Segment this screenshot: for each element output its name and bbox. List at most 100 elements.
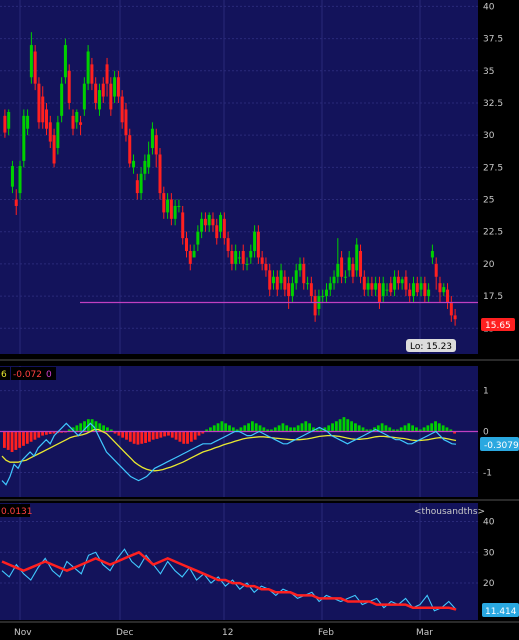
candle-body	[173, 205, 177, 219]
candle-body	[109, 83, 113, 110]
macd-histogram-bar	[338, 419, 342, 432]
macd-histogram-bar	[209, 427, 212, 432]
candle-body	[340, 257, 344, 277]
macd-histogram-bar	[159, 431, 163, 438]
macd-histogram-bar	[399, 427, 403, 432]
last-price-label: 15.65	[485, 321, 511, 331]
x-tick-label: Feb	[318, 628, 334, 638]
price-y-tick: 35	[483, 67, 494, 77]
macd-histogram-bar	[422, 427, 426, 432]
macd-histogram-bar	[407, 423, 411, 432]
macd-histogram-bar	[441, 425, 445, 432]
macd-histogram-bar	[10, 431, 14, 452]
candle-body	[222, 218, 226, 239]
macd-histogram-bar	[254, 423, 258, 432]
macd-histogram-bar	[102, 425, 106, 432]
macd-y-tick: 0	[483, 428, 489, 438]
candle-body	[237, 257, 241, 259]
macd-histogram-bar	[140, 431, 144, 444]
macd-histogram-bar	[258, 425, 262, 432]
macd-histogram-bar	[304, 421, 308, 432]
macd-histogram-bar	[285, 425, 289, 432]
macd-histogram-bar	[41, 431, 44, 436]
lower-y-tick: 30	[483, 548, 495, 558]
macd-histogram-bar	[197, 431, 201, 436]
macd-histogram-bar	[445, 427, 449, 432]
macd-histogram-bar	[182, 431, 186, 444]
macd-histogram-bar	[186, 431, 189, 444]
candle-body	[355, 244, 359, 271]
candle-body	[200, 218, 204, 232]
macd-histogram-bar	[361, 427, 365, 432]
macd-histogram-bar	[334, 421, 338, 432]
candle-body	[400, 279, 404, 284]
candle-body	[45, 109, 49, 129]
macd-histogram-bar	[357, 425, 361, 432]
macd-histogram-bar	[353, 423, 357, 432]
lower-last-label: 11.414	[485, 607, 517, 617]
candle-body	[86, 51, 90, 84]
macd-histogram-bar	[216, 423, 220, 432]
macd-histogram-bar	[189, 431, 193, 442]
candle-body	[298, 263, 302, 271]
candle-body	[48, 122, 52, 142]
macd-histogram-bar	[273, 427, 277, 432]
macd-histogram-bar	[346, 419, 350, 432]
candle-body	[249, 251, 253, 258]
candle-body	[230, 251, 234, 264]
candle-body	[52, 135, 56, 164]
candle-body	[283, 276, 287, 290]
macd-histogram-bar	[151, 431, 155, 440]
candle-body	[241, 251, 245, 264]
macd-histogram-bar	[75, 425, 79, 432]
macd-histogram-bar	[289, 427, 292, 432]
lower-units-label: <thousandths>	[414, 507, 485, 517]
candle-body	[351, 263, 355, 277]
macd-histogram-bar	[147, 431, 151, 442]
candle-body	[234, 251, 238, 264]
candle-body	[438, 283, 442, 293]
macd-histogram-bar	[33, 431, 37, 440]
candle-body	[124, 109, 128, 136]
candle-body	[287, 283, 291, 297]
candle-body	[184, 238, 188, 252]
candle-body	[181, 212, 185, 239]
candle-body	[370, 283, 374, 290]
candle-body	[393, 276, 397, 290]
candle-body	[449, 302, 453, 316]
candle-body	[389, 283, 393, 293]
candle-body	[162, 193, 166, 213]
candle-body	[396, 276, 400, 284]
macd-histogram-bar	[18, 431, 22, 448]
candle-body	[256, 231, 260, 258]
macd-histogram-bar	[228, 425, 231, 432]
macd-histogram-bar	[121, 431, 125, 438]
candle-body	[147, 154, 151, 168]
candle-body	[290, 283, 294, 297]
candle-body	[97, 90, 101, 110]
candle-body	[192, 251, 196, 258]
x-tick-label: Dec	[116, 628, 133, 638]
candle-body	[207, 214, 211, 226]
candle-body	[275, 276, 279, 290]
macd-histogram-bar	[331, 423, 334, 432]
macd-histogram-bar	[327, 425, 331, 432]
candle-body	[294, 270, 298, 284]
candle-body	[321, 296, 325, 298]
candle-body	[143, 160, 147, 174]
candle-body	[90, 64, 94, 84]
low-label: Lo: 15.23	[410, 342, 452, 352]
macd-histogram-bar	[277, 425, 281, 432]
candle-body	[215, 225, 219, 239]
candle-body	[94, 83, 98, 103]
candle-body	[63, 45, 67, 78]
candle-body	[359, 251, 363, 277]
candle-body	[309, 283, 313, 297]
candle-body	[33, 51, 37, 84]
candle-body	[377, 283, 381, 303]
macd-histogram-bar	[37, 431, 41, 438]
candle-body	[41, 96, 45, 123]
price-y-tick: 30	[483, 131, 495, 141]
macd-histogram-bar	[388, 427, 392, 432]
candle-body	[362, 276, 366, 290]
